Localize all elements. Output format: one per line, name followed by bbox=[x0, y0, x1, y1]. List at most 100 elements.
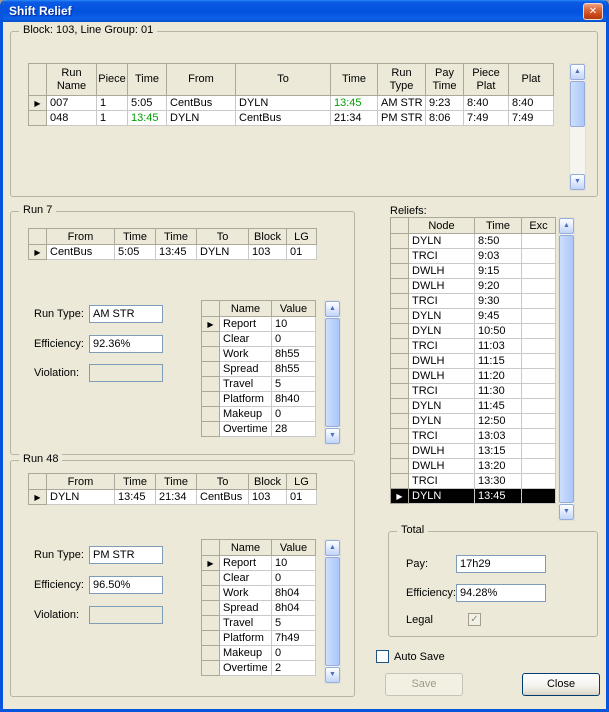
run-type-field[interactable] bbox=[89, 546, 163, 564]
relief-row[interactable]: DYLN 10:50 bbox=[390, 323, 556, 339]
table-row[interactable]: ▶ 007 1 5:05 CentBus DYLN 13:45 AM STR 9… bbox=[28, 95, 554, 111]
table-row[interactable]: Clear 0 bbox=[201, 331, 316, 347]
close-icon[interactable]: ✕ bbox=[583, 3, 603, 20]
table-row[interactable]: Overtime 2 bbox=[201, 660, 316, 676]
relief-row[interactable]: DWLH 13:20 bbox=[390, 458, 556, 474]
relief-row[interactable]: TRCI 13:30 bbox=[390, 473, 556, 489]
row-selector bbox=[201, 660, 220, 676]
relief-row[interactable]: DWLH 9:15 bbox=[390, 263, 556, 279]
table-row[interactable]: Platform 8h40 bbox=[201, 391, 316, 407]
run7-stats-header-row: Name Value bbox=[201, 300, 316, 317]
title-bar[interactable]: Shift Relief ✕ bbox=[3, 0, 606, 22]
row-selector-header bbox=[390, 217, 409, 234]
table-row[interactable]: ▶ Report 10 bbox=[201, 316, 316, 332]
cell-name: Work bbox=[219, 585, 272, 601]
table-row[interactable]: ▶ DYLN 13:45 21:34 CentBus 103 01 bbox=[28, 489, 317, 505]
relief-row[interactable]: DWLH 11:15 bbox=[390, 353, 556, 369]
row-selector bbox=[390, 383, 409, 399]
efficiency-field[interactable] bbox=[89, 576, 163, 594]
table-row[interactable]: ▶ Report 10 bbox=[201, 555, 316, 571]
table-row[interactable]: 048 1 13:45 DYLN CentBus 21:34 PM STR 8:… bbox=[28, 110, 554, 126]
relief-row[interactable]: DWLH 9:20 bbox=[390, 278, 556, 294]
row-selector: ▶ bbox=[201, 555, 220, 571]
row-selector bbox=[201, 406, 220, 422]
row-selector bbox=[201, 615, 220, 631]
table-row[interactable]: Travel 5 bbox=[201, 615, 316, 631]
scroll-down-icon[interactable]: ▼ bbox=[559, 504, 574, 520]
cell-time-1: 13:45 bbox=[114, 489, 156, 505]
scroll-down-icon[interactable]: ▼ bbox=[570, 174, 585, 190]
table-row[interactable]: ▶ CentBus 5:05 13:45 DYLN 103 01 bbox=[28, 244, 317, 260]
save-button[interactable]: Save bbox=[385, 673, 463, 696]
row-selector-header bbox=[28, 63, 47, 96]
table-row[interactable]: Clear 0 bbox=[201, 570, 316, 586]
close-button[interactable]: Close bbox=[522, 673, 600, 696]
relief-row[interactable]: TRCI 9:03 bbox=[390, 248, 556, 264]
cell-time-1: 13:45 bbox=[127, 110, 167, 126]
scroll-up-icon[interactable]: ▲ bbox=[570, 64, 585, 80]
scrollbar-thumb[interactable] bbox=[325, 557, 340, 666]
cell-node: TRCI bbox=[408, 248, 475, 264]
auto-save-checkbox[interactable] bbox=[376, 650, 389, 663]
scroll-up-icon[interactable]: ▲ bbox=[325, 301, 340, 317]
relief-row[interactable]: DWLH 13:15 bbox=[390, 443, 556, 459]
relief-row[interactable]: TRCI 11:30 bbox=[390, 383, 556, 399]
cell-block: 103 bbox=[248, 489, 287, 505]
relief-row[interactable]: DYLN 8:50 bbox=[390, 233, 556, 249]
relief-row[interactable]: TRCI 11:03 bbox=[390, 338, 556, 354]
table-row[interactable]: Makeup 0 bbox=[201, 645, 316, 661]
run48-group-label: Run 48 bbox=[19, 453, 63, 465]
reliefs-table: Node Time Exc DYLN 8:50 TRCI 9:03 DWLH 9… bbox=[390, 217, 556, 504]
relief-row[interactable]: DWLH 11:20 bbox=[390, 368, 556, 384]
cell-node: DWLH bbox=[408, 278, 475, 294]
cell-value: 28 bbox=[271, 421, 316, 437]
block-table-scrollbar[interactable]: ▲ ▼ bbox=[569, 63, 586, 191]
row-selector: ▶ bbox=[28, 95, 47, 111]
cell-time-2: 13:45 bbox=[330, 95, 378, 111]
relief-row[interactable]: TRCI 13:03 bbox=[390, 428, 556, 444]
scrollbar-thumb[interactable] bbox=[559, 235, 574, 503]
table-row[interactable]: Work 8h04 bbox=[201, 585, 316, 601]
cell-name: Spread bbox=[219, 361, 272, 377]
block-runs-table: Run Name Piece Time From To Time Run Typ… bbox=[28, 63, 554, 126]
cell-time: 11:03 bbox=[474, 338, 522, 354]
table-row[interactable]: Spread 8h04 bbox=[201, 600, 316, 616]
run48-stats-scrollbar[interactable]: ▲ ▼ bbox=[324, 539, 341, 684]
scroll-down-icon[interactable]: ▼ bbox=[325, 428, 340, 444]
scrollbar-thumb[interactable] bbox=[570, 81, 585, 127]
table-row[interactable]: Spread 8h55 bbox=[201, 361, 316, 377]
pay-field[interactable] bbox=[456, 555, 546, 573]
row-selector bbox=[390, 428, 409, 444]
row-selector bbox=[201, 630, 220, 646]
violation-field[interactable] bbox=[89, 364, 163, 382]
cell-node: DYLN bbox=[408, 308, 475, 324]
relief-row[interactable]: DYLN 11:45 bbox=[390, 398, 556, 414]
col-time-2: Time bbox=[330, 63, 378, 96]
table-row[interactable]: Overtime 28 bbox=[201, 421, 316, 437]
run7-stats-scrollbar[interactable]: ▲ ▼ bbox=[324, 300, 341, 445]
efficiency-field[interactable] bbox=[89, 335, 163, 353]
relief-row-selected[interactable]: ▶ DYLN 13:45 bbox=[390, 488, 556, 504]
reliefs-scrollbar[interactable]: ▲ ▼ bbox=[558, 217, 575, 521]
block-groupbox: Block: 103, Line Group: 01 Run Name Piec… bbox=[10, 24, 598, 197]
scroll-up-icon[interactable]: ▲ bbox=[559, 218, 574, 234]
table-row[interactable]: Platform 7h49 bbox=[201, 630, 316, 646]
run7-trip-header-row: From Time Time To Block LG bbox=[28, 228, 317, 245]
relief-row[interactable]: DYLN 12:50 bbox=[390, 413, 556, 429]
run-type-field[interactable] bbox=[89, 305, 163, 323]
col-to: To bbox=[196, 473, 249, 490]
scroll-up-icon[interactable]: ▲ bbox=[325, 540, 340, 556]
total-efficiency-field[interactable] bbox=[456, 584, 546, 602]
table-row[interactable]: Travel 5 bbox=[201, 376, 316, 392]
row-selector bbox=[201, 585, 220, 601]
relief-row[interactable]: DYLN 9:45 bbox=[390, 308, 556, 324]
scrollbar-thumb[interactable] bbox=[325, 318, 340, 427]
scroll-down-icon[interactable]: ▼ bbox=[325, 667, 340, 683]
violation-field[interactable] bbox=[89, 606, 163, 624]
relief-row[interactable]: TRCI 9:30 bbox=[390, 293, 556, 309]
efficiency-label: Efficiency: bbox=[34, 338, 84, 350]
dialog-client-area: Block: 103, Line Group: 01 Run Name Piec… bbox=[3, 22, 606, 709]
current-row-marker-icon: ▶ bbox=[396, 492, 403, 501]
table-row[interactable]: Work 8h55 bbox=[201, 346, 316, 362]
table-row[interactable]: Makeup 0 bbox=[201, 406, 316, 422]
